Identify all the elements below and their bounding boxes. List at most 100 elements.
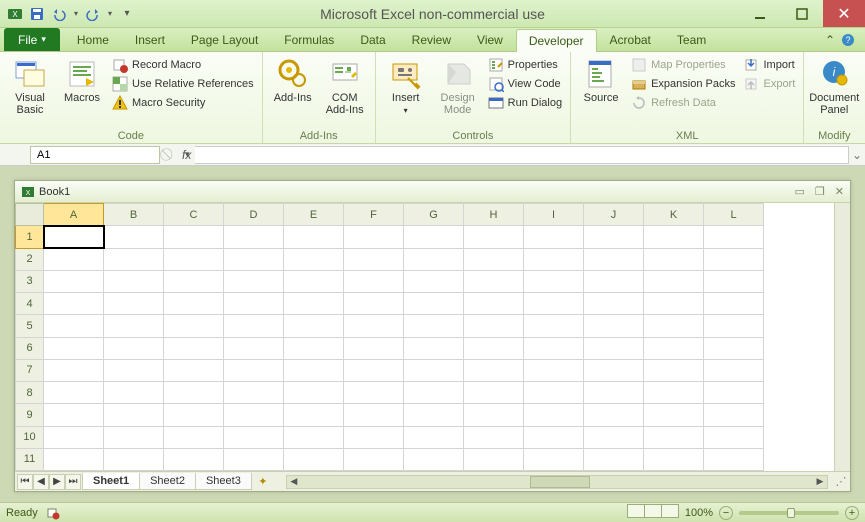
- cell-K8[interactable]: [644, 382, 704, 404]
- cell-F10[interactable]: [344, 426, 404, 448]
- cell-I8[interactable]: [524, 382, 584, 404]
- zoom-level[interactable]: 100%: [685, 507, 713, 519]
- cell-H11[interactable]: [464, 448, 524, 470]
- cell-G5[interactable]: [404, 315, 464, 337]
- cell-E11[interactable]: [284, 448, 344, 470]
- hscroll-thumb[interactable]: [530, 476, 590, 488]
- cell-E4[interactable]: [284, 293, 344, 315]
- cell-F7[interactable]: [344, 359, 404, 381]
- cell-C1[interactable]: [164, 226, 224, 248]
- column-header-I[interactable]: I: [524, 204, 584, 226]
- cell-I7[interactable]: [524, 359, 584, 381]
- cell-E1[interactable]: [284, 226, 344, 248]
- hscroll-right-icon[interactable]: ▶: [813, 476, 827, 488]
- refresh-data-button[interactable]: Refresh Data: [629, 94, 737, 112]
- cell-F3[interactable]: [344, 270, 404, 292]
- cell-C5[interactable]: [164, 315, 224, 337]
- cell-G9[interactable]: [404, 404, 464, 426]
- cell-H8[interactable]: [464, 382, 524, 404]
- cell-E2[interactable]: [284, 248, 344, 270]
- cell-D11[interactable]: [224, 448, 284, 470]
- cell-K5[interactable]: [644, 315, 704, 337]
- maximize-button[interactable]: [781, 0, 823, 27]
- run-dialog-button[interactable]: Run Dialog: [486, 94, 564, 112]
- cell-K10[interactable]: [644, 426, 704, 448]
- row-header-10[interactable]: 10: [16, 426, 44, 448]
- name-box[interactable]: ▾: [30, 146, 160, 164]
- row-header-11[interactable]: 11: [16, 448, 44, 470]
- cell-I9[interactable]: [524, 404, 584, 426]
- cell-F6[interactable]: [344, 337, 404, 359]
- cell-L9[interactable]: [704, 404, 764, 426]
- cell-J6[interactable]: [584, 337, 644, 359]
- cell-B6[interactable]: [104, 337, 164, 359]
- cell-L10[interactable]: [704, 426, 764, 448]
- cell-L3[interactable]: [704, 270, 764, 292]
- select-all-corner[interactable]: [16, 204, 44, 226]
- cell-B7[interactable]: [104, 359, 164, 381]
- map-properties-button[interactable]: Map Properties: [629, 56, 737, 74]
- cell-D9[interactable]: [224, 404, 284, 426]
- row-header-2[interactable]: 2: [16, 248, 44, 270]
- cell-B9[interactable]: [104, 404, 164, 426]
- cell-E5[interactable]: [284, 315, 344, 337]
- cell-K11[interactable]: [644, 448, 704, 470]
- redo-dropdown-icon[interactable]: ▾: [106, 5, 114, 23]
- cell-A8[interactable]: [44, 382, 104, 404]
- cell-A7[interactable]: [44, 359, 104, 381]
- tab-insert[interactable]: Insert: [122, 28, 178, 51]
- sheet-tab-sheet1[interactable]: Sheet1: [82, 473, 140, 490]
- column-header-L[interactable]: L: [704, 204, 764, 226]
- sheet-nav-prev-icon[interactable]: ◀: [33, 474, 49, 490]
- cell-B10[interactable]: [104, 426, 164, 448]
- cell-G2[interactable]: [404, 248, 464, 270]
- cell-G4[interactable]: [404, 293, 464, 315]
- spreadsheet-grid[interactable]: ABCDEFGHIJKL1234567891011: [15, 203, 850, 471]
- cell-K4[interactable]: [644, 293, 704, 315]
- formula-bar-expand-icon[interactable]: ⌄: [849, 148, 865, 162]
- sheet-resize-handle-icon[interactable]: ⋰: [832, 475, 850, 488]
- cell-K7[interactable]: [644, 359, 704, 381]
- tab-acrobat[interactable]: Acrobat: [597, 28, 664, 51]
- cell-J10[interactable]: [584, 426, 644, 448]
- file-tab[interactable]: File▾: [4, 28, 60, 51]
- cell-I2[interactable]: [524, 248, 584, 270]
- cell-C11[interactable]: [164, 448, 224, 470]
- workbook-minimize-icon[interactable]: ▭: [795, 185, 805, 198]
- cell-F8[interactable]: [344, 382, 404, 404]
- zoom-in-button[interactable]: +: [845, 506, 859, 520]
- cell-G6[interactable]: [404, 337, 464, 359]
- cell-I11[interactable]: [524, 448, 584, 470]
- source-button[interactable]: Source: [577, 56, 625, 104]
- cell-I1[interactable]: [524, 226, 584, 248]
- cell-A11[interactable]: [44, 448, 104, 470]
- view-code-button[interactable]: View Code: [486, 75, 564, 93]
- cell-E9[interactable]: [284, 404, 344, 426]
- cell-A4[interactable]: [44, 293, 104, 315]
- column-header-K[interactable]: K: [644, 204, 704, 226]
- addins-button[interactable]: Add-Ins: [269, 56, 317, 104]
- record-macro-button[interactable]: Record Macro: [110, 56, 256, 74]
- zoom-out-button[interactable]: −: [719, 506, 733, 520]
- cell-H5[interactable]: [464, 315, 524, 337]
- cell-H2[interactable]: [464, 248, 524, 270]
- column-header-B[interactable]: B: [104, 204, 164, 226]
- cell-E10[interactable]: [284, 426, 344, 448]
- cell-A3[interactable]: [44, 270, 104, 292]
- cell-I5[interactable]: [524, 315, 584, 337]
- row-header-5[interactable]: 5: [16, 315, 44, 337]
- cell-F2[interactable]: [344, 248, 404, 270]
- cell-C6[interactable]: [164, 337, 224, 359]
- cell-L8[interactable]: [704, 382, 764, 404]
- column-header-F[interactable]: F: [344, 204, 404, 226]
- normal-view-icon[interactable]: [627, 504, 645, 518]
- cell-G3[interactable]: [404, 270, 464, 292]
- cell-B2[interactable]: [104, 248, 164, 270]
- sheet-tab-sheet2[interactable]: Sheet2: [139, 473, 196, 490]
- insert-control-button[interactable]: Insert▾: [382, 56, 430, 117]
- cell-B11[interactable]: [104, 448, 164, 470]
- macros-button[interactable]: Macros: [58, 56, 106, 104]
- import-xml-button[interactable]: Import: [741, 56, 797, 74]
- zoom-slider[interactable]: [739, 511, 839, 515]
- sheet-nav-next-icon[interactable]: ▶: [49, 474, 65, 490]
